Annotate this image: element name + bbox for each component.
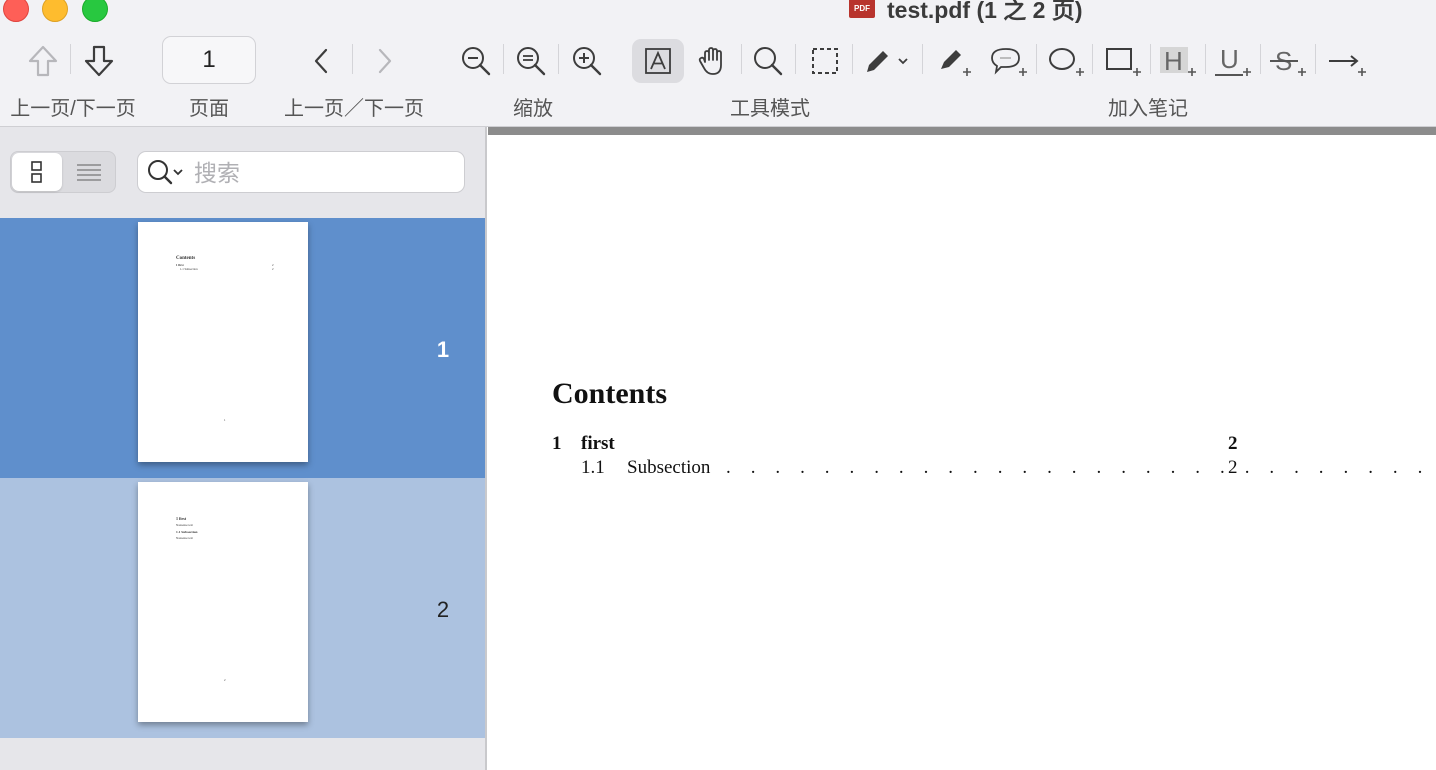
chevron-left-icon: [314, 48, 328, 74]
window-title-bar: PDF test.pdf (1 之 2 页): [849, 0, 1083, 23]
zoom-window-button[interactable]: [82, 0, 108, 22]
zoom-out-icon: [462, 47, 491, 76]
pen-icon: [867, 51, 908, 72]
thumbnail-page-1[interactable]: Contents 1 first 1.1 Subsection 2 2 1 1: [0, 218, 485, 478]
thumbnail-page-2[interactable]: 1 first Nonsense text 1.1 Subsection Non…: [0, 478, 485, 738]
hand-icon: [698, 47, 722, 75]
up-arrow-icon: [28, 45, 58, 77]
rect-select-icon: [812, 48, 838, 74]
speech-bubble-icon: [991, 48, 1027, 76]
magnifier-tool-button[interactable]: [750, 43, 786, 79]
forward-button[interactable]: [370, 44, 400, 78]
zoom-in-icon: [573, 47, 602, 76]
list-icon: [77, 164, 101, 181]
label-zoom: 缩放: [513, 98, 553, 120]
page-top-edge: [488, 127, 1436, 135]
rectangle-shape-button[interactable]: [1102, 43, 1146, 81]
back-button[interactable]: [306, 44, 336, 78]
window-title: test.pdf (1 之 2 页): [887, 0, 1083, 23]
next-page-button[interactable]: [80, 42, 118, 80]
toolbar: PDF test.pdf (1 之 2 页) 1 H U S 上一页/下一页 页…: [0, 0, 1436, 127]
strikethrough-button[interactable]: S: [1267, 43, 1311, 81]
strikethrough-icon: S: [1270, 46, 1306, 76]
text-select-icon: [645, 48, 671, 74]
note-button[interactable]: [988, 43, 1032, 81]
minimize-window-button[interactable]: [42, 0, 68, 22]
highlight-text-icon: H: [1160, 46, 1196, 76]
label-prev-next: 上一页／下一页: [284, 98, 424, 120]
label-tool-mode: 工具模式: [730, 98, 810, 120]
document-view[interactable]: Contents 1 first 2 1.1 Subsection . . . …: [488, 127, 1436, 770]
arrow-line-button[interactable]: [1325, 43, 1369, 81]
thumbnail-view-button[interactable]: [12, 153, 62, 191]
pen-tool-button[interactable]: [862, 43, 912, 79]
underline-icon: U: [1215, 45, 1251, 76]
toc-entry-number: 1: [552, 433, 562, 454]
zoom-fit-button[interactable]: [513, 43, 549, 79]
thumbnail-page-image: 1 first Nonsense text 1.1 Subsection Non…: [138, 482, 308, 722]
thumbnail-page-image: Contents 1 first 1.1 Subsection 2 2 1: [138, 222, 308, 462]
oval-shape-button[interactable]: [1045, 43, 1089, 81]
zoom-fit-icon: [517, 47, 546, 76]
thumbnail-grid-icon: [31, 161, 42, 183]
label-prev-next-page: 上一页/下一页: [10, 98, 136, 120]
close-window-button[interactable]: [3, 0, 29, 22]
chevron-right-icon: [378, 48, 392, 74]
down-arrow-icon: [84, 45, 114, 77]
thumbnail-label: 2: [436, 597, 450, 622]
toc-heading: Contents: [552, 377, 668, 410]
view-mode-segmented-control: [10, 151, 116, 193]
sidebar: Contents 1 first 1.1 Subsection 2 2 1 1 …: [0, 127, 487, 770]
toc-entry-page: 2: [1228, 457, 1238, 478]
svg-text:U: U: [1220, 45, 1239, 74]
rect-select-tool-button[interactable]: [807, 43, 843, 79]
rectangle-icon: [1106, 48, 1141, 76]
label-add-annotation: 加入笔记: [1108, 98, 1188, 120]
toc-entry-title[interactable]: Subsection: [627, 457, 710, 479]
underline-button[interactable]: U: [1212, 43, 1256, 81]
toc-entry-title[interactable]: first: [581, 433, 615, 455]
toc-leader-dots: . . . . . . . . . . . . . . . . . . . . …: [726, 457, 1436, 478]
list-view-button[interactable]: [64, 153, 114, 191]
highlighter-button[interactable]: [936, 43, 976, 81]
search-icon[interactable]: [146, 158, 186, 186]
oval-icon: [1049, 48, 1084, 76]
previous-page-button[interactable]: [24, 42, 62, 80]
zoom-out-button[interactable]: [458, 43, 494, 79]
thumbnail-label: 1: [436, 337, 450, 362]
magnifier-icon: [754, 47, 783, 76]
search-box: [137, 151, 465, 194]
highlight-text-button[interactable]: H: [1157, 43, 1201, 81]
arrow-icon: [1329, 55, 1366, 76]
highlighter-icon: [941, 50, 971, 76]
zoom-in-button[interactable]: [569, 43, 605, 79]
toc-entry-page: 2: [1228, 433, 1238, 454]
page-number-field[interactable]: 1: [162, 36, 256, 84]
label-page: 页面: [189, 98, 229, 120]
search-input[interactable]: [192, 152, 456, 194]
pdf-file-icon: PDF: [849, 0, 875, 18]
hand-tool-button[interactable]: [694, 42, 732, 80]
text-select-tool-button[interactable]: [640, 44, 676, 78]
svg-text:H: H: [1164, 46, 1183, 76]
toc-entry-number: 1.1: [581, 457, 605, 478]
